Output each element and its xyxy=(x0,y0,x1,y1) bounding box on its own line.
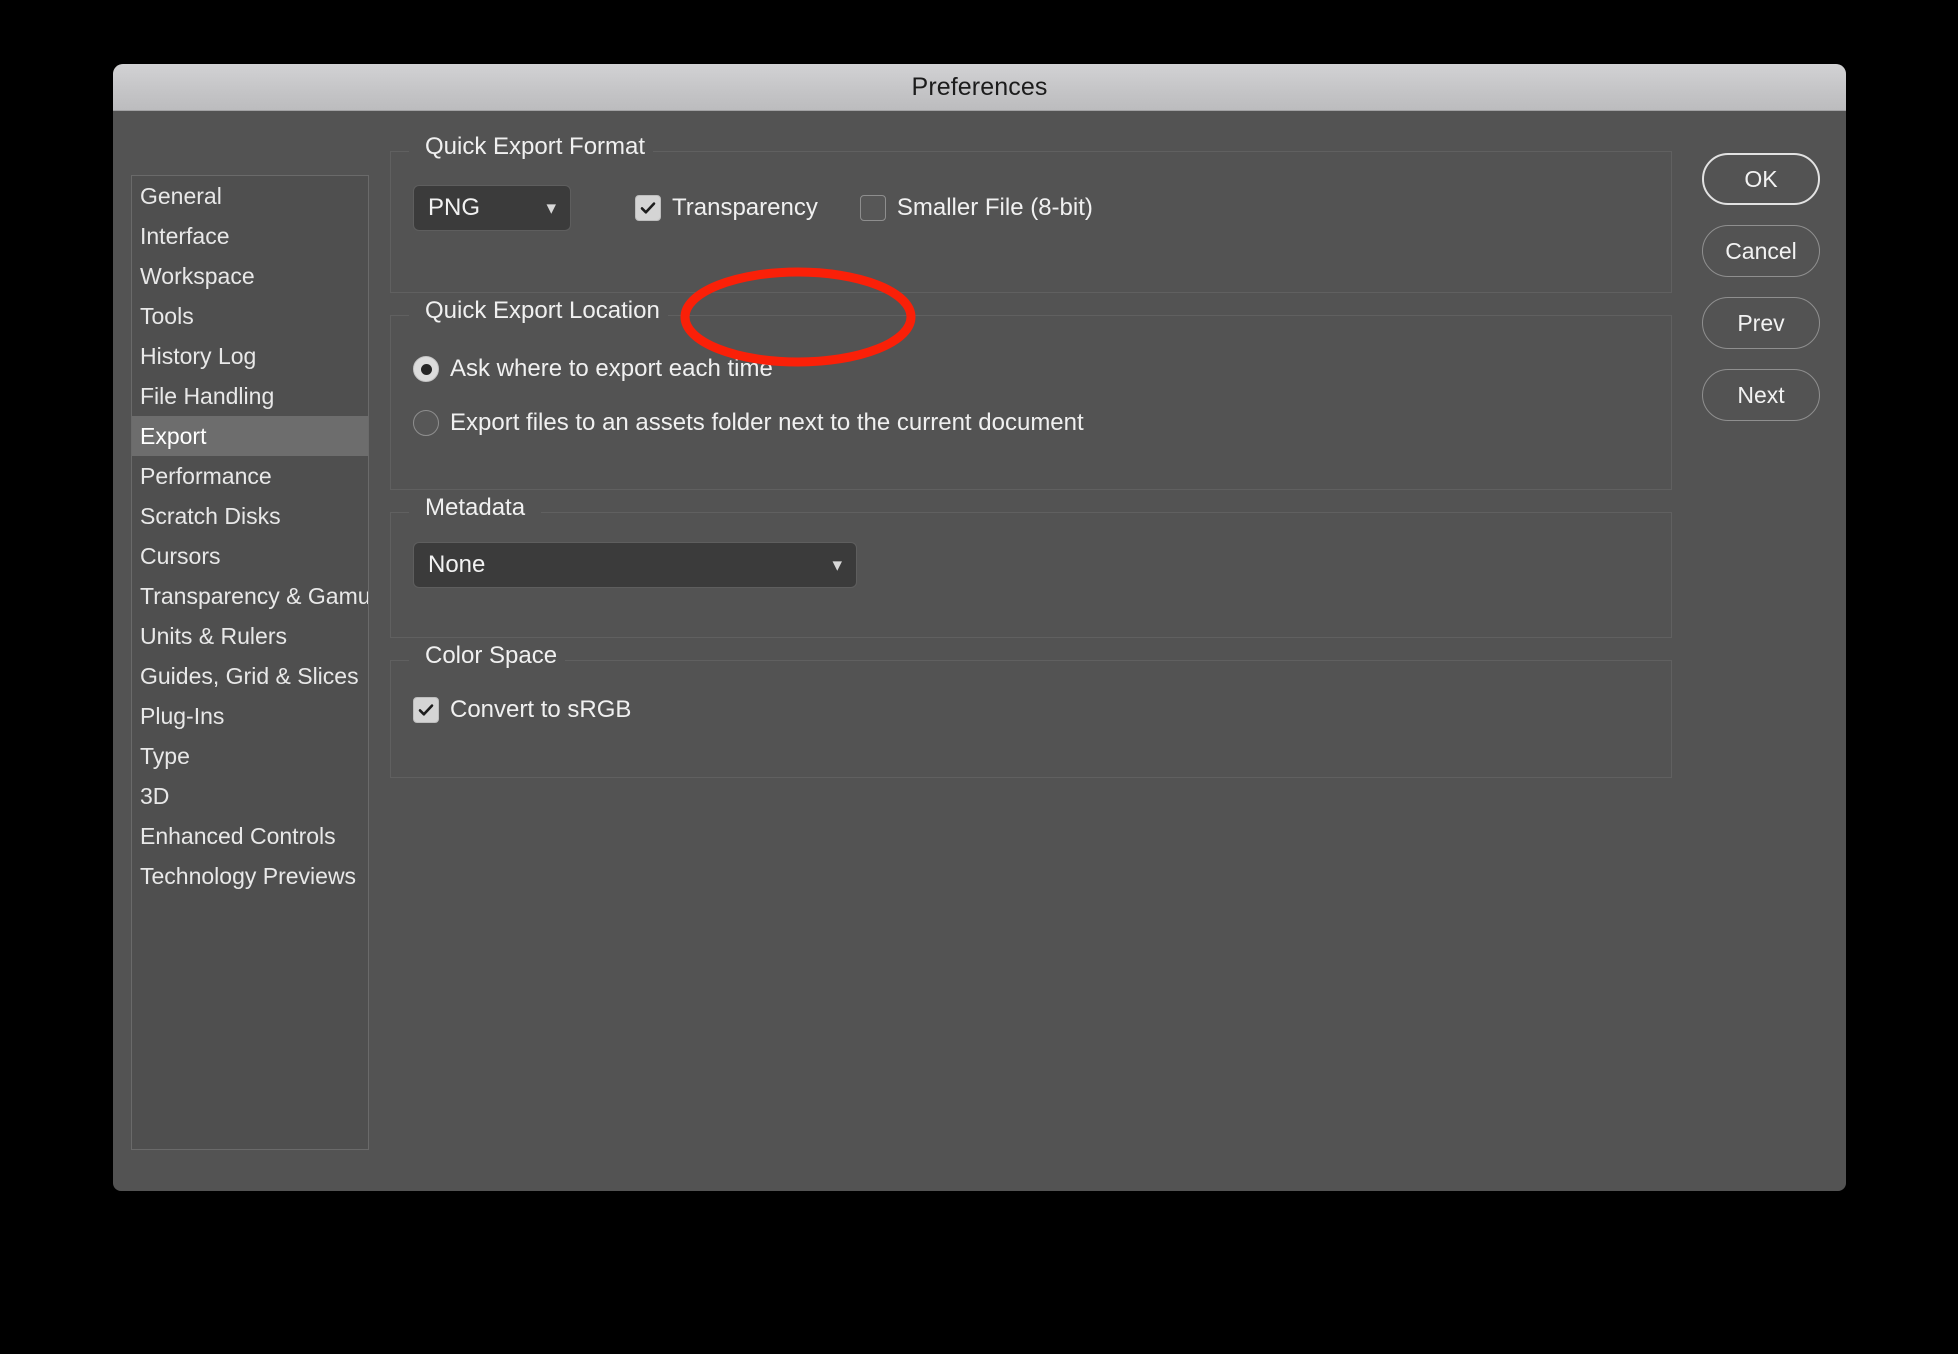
group-color-space: Color Space Convert to sRGB xyxy=(390,660,1672,778)
group-quick-export-location: Quick Export Location Ask where to expor… xyxy=(390,315,1672,490)
sidebar-item-type[interactable]: Type xyxy=(132,736,368,776)
group-title-metadata: Metadata xyxy=(417,494,533,522)
preferences-category-list[interactable]: GeneralInterfaceWorkspaceToolsHistory Lo… xyxy=(131,175,369,1150)
group-quick-export-format: Quick Export Format PNG ▾ xyxy=(390,151,1672,293)
sidebar-item-scratch-disks[interactable]: Scratch Disks xyxy=(132,496,368,536)
smaller-file-label: Smaller File (8-bit) xyxy=(897,194,1093,222)
sidebar-item-technology-previews[interactable]: Technology Previews xyxy=(132,856,368,896)
quick-export-format-value: PNG xyxy=(428,194,480,222)
group-title-quick-export-format: Quick Export Format xyxy=(417,133,653,161)
sidebar-item-export[interactable]: Export xyxy=(132,416,368,456)
cancel-button[interactable]: Cancel xyxy=(1702,225,1820,277)
sidebar-item-units-rulers[interactable]: Units & Rulers xyxy=(132,616,368,656)
sidebar-item-performance[interactable]: Performance xyxy=(132,456,368,496)
group-title-quick-export-location: Quick Export Location xyxy=(417,297,668,325)
smaller-file-checkbox[interactable] xyxy=(860,195,886,221)
sidebar-item-tools[interactable]: Tools xyxy=(132,296,368,336)
dialog-titlebar: Preferences xyxy=(113,64,1846,111)
sidebar-item-general[interactable]: General xyxy=(132,176,368,216)
sidebar-item-plug-ins[interactable]: Plug-Ins xyxy=(132,696,368,736)
metadata-value: None xyxy=(428,551,485,579)
preferences-dialog: Preferences GeneralInterfaceWorkspaceToo… xyxy=(113,64,1846,1191)
transparency-label: Transparency xyxy=(672,194,818,222)
sidebar-item-3d[interactable]: 3D xyxy=(132,776,368,816)
group-metadata: Metadata None ▾ xyxy=(390,512,1672,638)
smaller-file-checkbox-row[interactable]: Smaller File (8-bit) xyxy=(860,194,1093,222)
convert-srgb-label: Convert to sRGB xyxy=(450,696,631,724)
transparency-checkbox-row[interactable]: Transparency xyxy=(635,194,818,222)
ok-button[interactable]: OK xyxy=(1702,153,1820,205)
convert-srgb-checkbox[interactable] xyxy=(413,697,439,723)
sidebar-item-history-log[interactable]: History Log xyxy=(132,336,368,376)
chevron-down-icon: ▾ xyxy=(530,199,556,218)
check-icon xyxy=(417,701,435,719)
sidebar-item-cursors[interactable]: Cursors xyxy=(132,536,368,576)
sidebar-item-file-handling[interactable]: File Handling xyxy=(132,376,368,416)
check-icon xyxy=(639,199,657,217)
sidebar-item-guides-grid-slices[interactable]: Guides, Grid & Slices xyxy=(132,656,368,696)
convert-srgb-checkbox-row[interactable]: Convert to sRGB xyxy=(413,696,1639,724)
metadata-select[interactable]: None ▾ xyxy=(413,542,857,588)
quick-export-format-select[interactable]: PNG ▾ xyxy=(413,185,571,231)
dialog-title: Preferences xyxy=(912,73,1048,102)
ask-where-radio[interactable] xyxy=(413,356,439,382)
radio-row-assets-folder[interactable]: Export files to an assets folder next to… xyxy=(413,409,1649,437)
assets-folder-label: Export files to an assets folder next to… xyxy=(450,409,1084,437)
sidebar-item-workspace[interactable]: Workspace xyxy=(132,256,368,296)
preferences-content-panel: Quick Export Format PNG ▾ xyxy=(390,151,1672,800)
sidebar-item-interface[interactable]: Interface xyxy=(132,216,368,256)
transparency-checkbox[interactable] xyxy=(635,195,661,221)
radio-row-ask-where[interactable]: Ask where to export each time xyxy=(413,355,1649,383)
dialog-body: GeneralInterfaceWorkspaceToolsHistory Lo… xyxy=(113,111,1846,1191)
prev-button[interactable]: Prev xyxy=(1702,297,1820,349)
dialog-button-column: OK Cancel Prev Next xyxy=(1702,153,1820,441)
chevron-down-icon: ▾ xyxy=(816,556,842,575)
sidebar-item-enhanced-controls[interactable]: Enhanced Controls xyxy=(132,816,368,856)
ask-where-label: Ask where to export each time xyxy=(450,355,773,383)
next-button[interactable]: Next xyxy=(1702,369,1820,421)
sidebar-item-transparency-gamut[interactable]: Transparency & Gamut xyxy=(132,576,368,616)
group-title-color-space: Color Space xyxy=(417,642,565,670)
assets-folder-radio[interactable] xyxy=(413,410,439,436)
